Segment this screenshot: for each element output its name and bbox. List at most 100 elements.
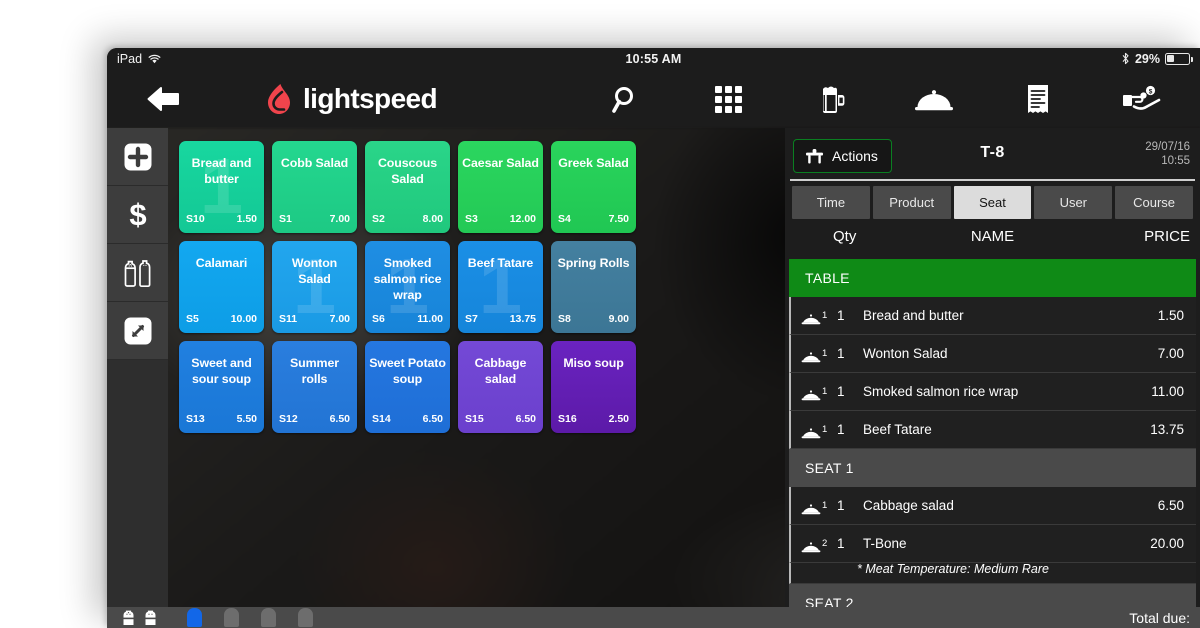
back-arrow-icon[interactable] bbox=[143, 81, 185, 117]
product-meta-row: S7 13.75 bbox=[465, 313, 536, 325]
item-name: Smoked salmon rice wrap bbox=[863, 384, 1019, 399]
tab-user[interactable]: User bbox=[1034, 186, 1113, 219]
tab-course[interactable]: Course bbox=[1115, 186, 1193, 219]
expand-icon[interactable] bbox=[107, 302, 168, 360]
order-panel: Actions T-8 29/07/16 10:55 Time Product Se… bbox=[785, 128, 1200, 628]
cloche-icon[interactable] bbox=[910, 81, 958, 119]
item-quantity: 1 bbox=[837, 308, 845, 323]
product-tile[interactable]: Caesar Salad S3 12.00 bbox=[458, 141, 543, 233]
course-number: 2 bbox=[822, 538, 828, 549]
beer-icon[interactable] bbox=[807, 81, 855, 119]
product-tile[interactable]: Sweet and sour soup S13 5.50 bbox=[179, 341, 264, 433]
product-meta-row: S8 9.00 bbox=[558, 313, 629, 325]
order-date: 29/07/16 bbox=[1145, 141, 1190, 153]
product-code: S10 bbox=[186, 213, 205, 225]
item-price: 20.00 bbox=[1150, 536, 1184, 551]
battery-percent: 29% bbox=[1134, 51, 1160, 66]
item-price: 1.50 bbox=[1157, 308, 1184, 323]
lightspeed-wordmark: lightspeed bbox=[303, 83, 438, 114]
course-indicator: 2 bbox=[791, 538, 837, 553]
left-tool-rail: $ bbox=[107, 128, 168, 628]
grid-icon[interactable] bbox=[705, 81, 753, 119]
product-meta-row: S1 7.00 bbox=[279, 213, 350, 225]
product-meta-row: S12 6.50 bbox=[279, 413, 350, 425]
product-name: Cobb Salad bbox=[280, 156, 349, 170]
item-price: 13.75 bbox=[1150, 422, 1184, 437]
page-dot[interactable] bbox=[298, 608, 313, 627]
product-tile[interactable]: Cobb Salad S1 7.00 bbox=[272, 141, 357, 233]
status-right: 29% bbox=[1121, 51, 1193, 66]
order-item-row[interactable]: 1 1 Bread and butter 1.50 bbox=[789, 297, 1196, 335]
product-tile[interactable]: 1 Wonton Salad S11 7.00 bbox=[272, 241, 357, 333]
rail-empty-space bbox=[107, 360, 168, 628]
product-name: Cabbage salad bbox=[474, 356, 527, 386]
add-icon[interactable] bbox=[107, 128, 168, 186]
pepper-shaker-icon[interactable] bbox=[143, 609, 158, 626]
product-tile[interactable]: Greek Salad S4 7.50 bbox=[551, 141, 636, 233]
receipt-icon[interactable] bbox=[1014, 81, 1062, 119]
product-tile[interactable]: Miso soup S16 2.50 bbox=[551, 341, 636, 433]
page-dot[interactable] bbox=[187, 608, 202, 627]
product-code: S3 bbox=[465, 213, 478, 225]
product-price: 6.50 bbox=[329, 413, 350, 425]
product-tile[interactable]: Calamari S5 10.00 bbox=[179, 241, 264, 333]
order-panel-header: Actions T-8 29/07/16 10:55 bbox=[785, 128, 1200, 181]
cloche-icon bbox=[801, 390, 821, 401]
item-name: Bread and butter bbox=[863, 308, 964, 323]
product-meta-row: S4 7.50 bbox=[558, 213, 629, 225]
table-number-label: T-8 bbox=[980, 144, 1005, 161]
product-tile[interactable]: Couscous Salad S2 8.00 bbox=[365, 141, 450, 233]
order-item-list[interactable]: TABLE 1 1 Bread and butter 1.50 1 1 Wonton Sala… bbox=[789, 259, 1196, 628]
page-dot[interactable] bbox=[224, 608, 239, 627]
salt-shaker-icon[interactable] bbox=[121, 609, 136, 626]
page-dot[interactable] bbox=[261, 608, 276, 627]
tab-product[interactable]: Product bbox=[872, 186, 951, 219]
cloche-icon bbox=[801, 542, 821, 553]
product-tile[interactable]: 1 Bread and butter S10 1.50 bbox=[179, 141, 264, 233]
product-grid-area: 1 Bread and butter S10 1.50 Cobb Salad S1 7.00… bbox=[168, 128, 785, 628]
product-tile[interactable]: 1 Beef Tatare S7 13.75 bbox=[458, 241, 543, 333]
product-price: 8.00 bbox=[422, 213, 443, 225]
payout-icon[interactable]: $ bbox=[1118, 81, 1166, 119]
order-item-row[interactable]: 1 1 Cabbage salad 6.50 bbox=[789, 487, 1196, 525]
svg-text:$: $ bbox=[129, 199, 146, 231]
search-icon[interactable] bbox=[602, 81, 650, 119]
order-column-headers: Qty NAME PRICE bbox=[785, 228, 1200, 256]
course-indicator: 1 bbox=[791, 386, 837, 401]
product-tile[interactable]: Summer rolls S12 6.50 bbox=[272, 341, 357, 433]
product-tile[interactable]: Spring Rolls S8 9.00 bbox=[551, 241, 636, 333]
order-item-row[interactable]: 1 1 Wonton Salad 7.00 bbox=[789, 335, 1196, 373]
tab-time[interactable]: Time bbox=[792, 186, 870, 219]
item-quantity: 1 bbox=[837, 498, 845, 513]
product-name: Greek Salad bbox=[558, 156, 629, 170]
item-name: Beef Tatare bbox=[863, 422, 932, 437]
tab-seat[interactable]: Seat bbox=[953, 186, 1032, 219]
product-tile[interactable]: Cabbage salad S15 6.50 bbox=[458, 341, 543, 433]
product-name: Calamari bbox=[195, 256, 248, 270]
product-price: 11.00 bbox=[417, 313, 443, 325]
seasoning-icon[interactable] bbox=[107, 244, 168, 302]
product-grid: 1 Bread and butter S10 1.50 Cobb Salad S1 7.00… bbox=[179, 141, 636, 433]
course-number: 1 bbox=[822, 500, 828, 511]
product-name: Summer rolls bbox=[290, 356, 339, 386]
product-tile[interactable]: Sweet Potato soup S14 6.50 bbox=[365, 341, 450, 433]
product-code: S16 bbox=[558, 413, 577, 425]
lightspeed-flame-icon bbox=[268, 84, 290, 114]
course-number: 1 bbox=[822, 348, 828, 359]
course-indicator: 1 bbox=[791, 500, 837, 515]
item-name: T-Bone bbox=[863, 536, 907, 551]
item-name: Wonton Salad bbox=[863, 346, 948, 361]
cloche-icon bbox=[801, 352, 821, 363]
product-tile[interactable]: 1 Smoked salmon rice wrap S6 11.00 bbox=[365, 241, 450, 333]
item-price: 7.00 bbox=[1157, 346, 1184, 361]
product-meta-row: S13 5.50 bbox=[186, 413, 257, 425]
order-item-row[interactable]: 1 1 Smoked salmon rice wrap 11.00 bbox=[789, 373, 1196, 411]
product-name: Miso soup bbox=[563, 356, 624, 370]
order-item-row[interactable]: 2 1 T-Bone 20.00 bbox=[789, 525, 1196, 563]
item-quantity: 1 bbox=[837, 384, 845, 399]
bottom-bar-icons bbox=[121, 609, 158, 626]
order-item-row[interactable]: 1 1 Beef Tatare 13.75 bbox=[789, 411, 1196, 449]
ios-status-bar: iPad 10:55 AM 29% bbox=[107, 48, 1200, 69]
product-name: Couscous Salad bbox=[377, 156, 438, 186]
dollar-icon[interactable]: $ bbox=[107, 186, 168, 244]
